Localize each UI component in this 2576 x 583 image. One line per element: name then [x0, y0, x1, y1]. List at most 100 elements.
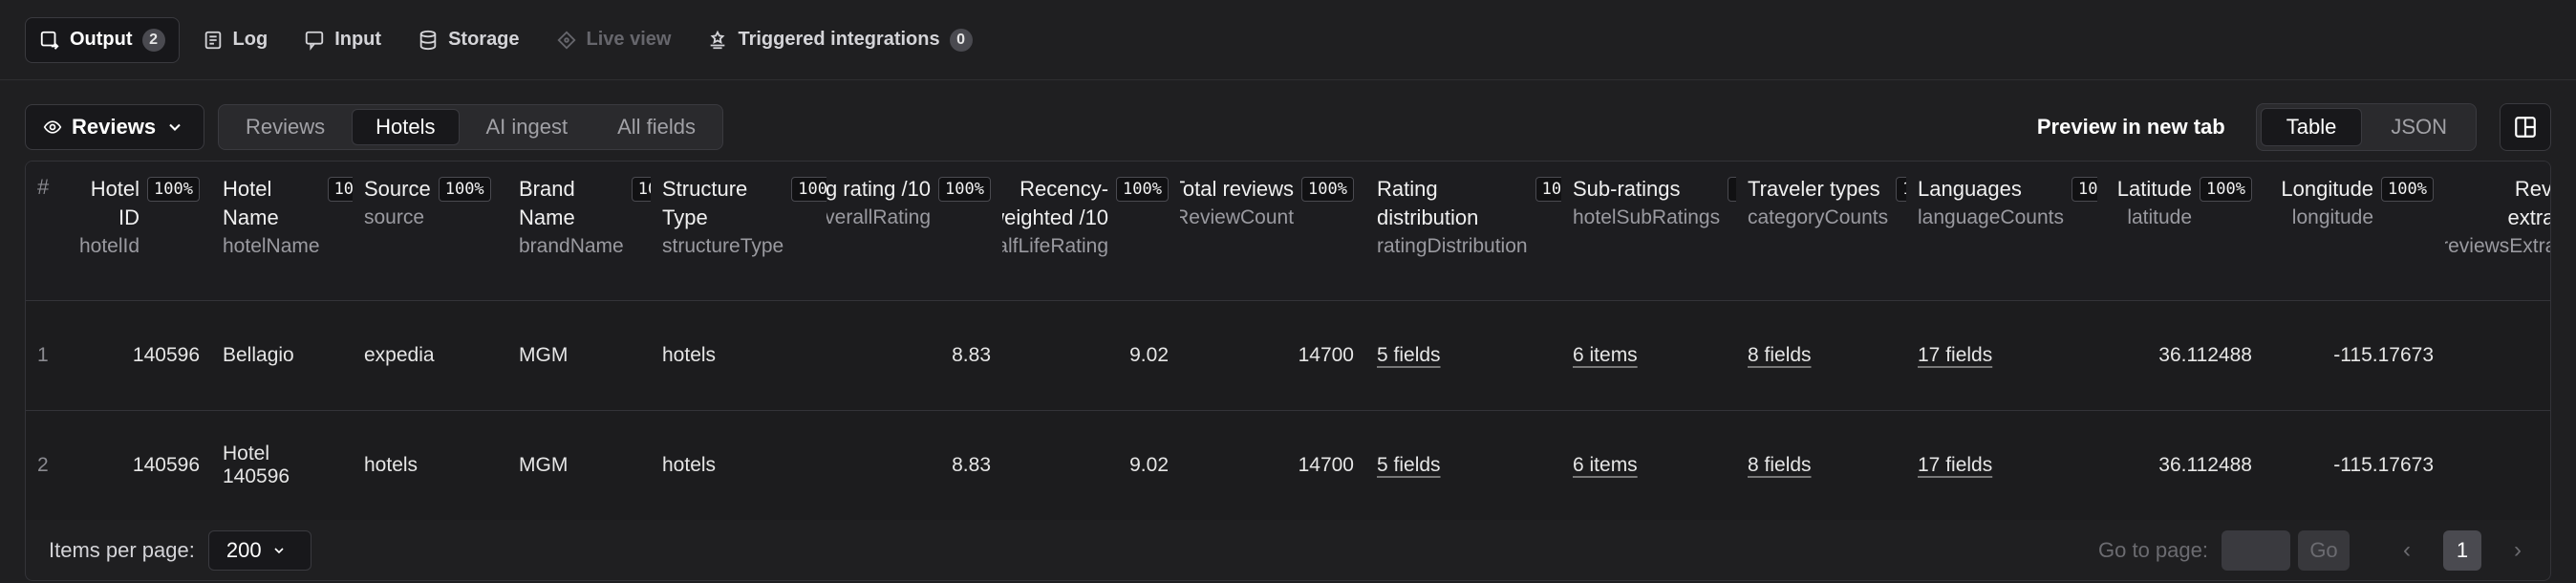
column-header-latitude[interactable]: Latitude latitude 100%	[2097, 162, 2264, 301]
column-header-avg-rating[interactable]: Avg rating /10 avgOverallRating 100%	[826, 162, 1002, 301]
go-to-page-label: Go to page:	[2098, 537, 2208, 562]
preview-in-new-tab-link[interactable]: Preview in new tab	[2037, 115, 2225, 140]
data-table: # Hotel ID hotelId 100% Hotel Name hotelNam…	[26, 162, 2551, 520]
tab-live-view-label: Live view	[586, 29, 672, 50]
cell-longitude: -115.17673	[2333, 453, 2434, 476]
column-field: hotelId	[78, 235, 140, 257]
column-label: Structure Type	[662, 177, 748, 229]
fill-rate-badge: 100%	[938, 177, 991, 202]
tab-input[interactable]: Input	[290, 17, 395, 63]
index-hash: #	[37, 175, 50, 199]
column-label: Longitude	[2281, 177, 2374, 201]
tab-input-label: Input	[334, 29, 382, 50]
cell-brand-name: MGM	[519, 453, 569, 476]
next-page-button[interactable]: ›	[2499, 530, 2537, 571]
traveler-types-link[interactable]: 8 fields	[1748, 344, 1812, 366]
view-tab-reviews[interactable]: Reviews	[223, 109, 348, 145]
column-header-recency-weighted[interactable]: Recency-weighted /10 halfLifeRating 100%	[1002, 162, 1180, 301]
output-count-badge: 2	[141, 28, 165, 52]
integrations-icon	[710, 30, 725, 49]
items-per-page-value: 200	[225, 537, 262, 562]
cell-latitude: 36.112488	[2158, 453, 2252, 476]
column-header-languages[interactable]: Languages languageCounts 100%	[1906, 162, 2097, 301]
page-1-button[interactable]: 1	[2443, 529, 2481, 571]
tab-triggered-integrations[interactable]: Triggered integrations 0	[694, 17, 985, 63]
live-view-icon	[556, 30, 576, 50]
column-field: categoryCounts	[1748, 206, 1889, 228]
chevron-right-icon: ›	[2514, 536, 2522, 563]
rating-distribution-link[interactable]: 5 fields	[1377, 454, 1441, 476]
rating-distribution-link[interactable]: 5 fields	[1377, 344, 1441, 366]
column-field: brandName	[519, 235, 624, 257]
view-tabs: Reviews Hotels AI ingest All fields	[218, 104, 724, 150]
fill-rate-badge: 100%	[147, 177, 200, 202]
column-header-index: #	[26, 162, 68, 301]
table-row: 1 140596 Bellagio expedia MGM hotels 8.8…	[26, 300, 2550, 411]
column-header-structure-type[interactable]: Structure Type structureType 100%	[651, 162, 826, 301]
format-table-button[interactable]: Table	[2260, 108, 2363, 146]
column-header-total-reviews[interactable]: Total reviews totalReviewCount 100%	[1180, 162, 1365, 301]
cell-longitude: -115.17673	[2333, 343, 2434, 366]
log-icon	[204, 31, 221, 49]
fill-rate-badge: 100%	[631, 177, 651, 202]
tab-output[interactable]: Output 2	[25, 16, 180, 63]
column-header-traveler-types[interactable]: Traveler types categoryCounts 100%	[1736, 162, 1906, 301]
format-toggle: Table JSON	[2255, 103, 2477, 151]
layout-icon	[2515, 117, 2536, 138]
cell-latitude: 36.112488	[2158, 343, 2252, 366]
column-header-hotel-name[interactable]: Hotel Name hotelName 100%	[211, 162, 353, 301]
cell-source: expedia	[364, 343, 435, 366]
column-field: structureType	[662, 235, 784, 257]
column-label: Sub-ratings	[1573, 177, 1681, 201]
column-header-rating-distribution[interactable]: Rating distribution ratingDistribution 100…	[1365, 162, 1561, 301]
cell-brand-name: MGM	[519, 343, 569, 366]
column-field: ratingDistribution	[1377, 235, 1528, 257]
column-header-hotel-id[interactable]: Hotel ID hotelId 100%	[68, 162, 211, 301]
row-number: 1	[37, 343, 49, 366]
dataset-select[interactable]: Reviews	[25, 104, 204, 150]
column-label: Latitude	[2116, 177, 2193, 201]
cell-structure-type: hotels	[662, 453, 717, 476]
sub-ratings-link[interactable]: 6 items	[1573, 344, 1638, 366]
traveler-types-link[interactable]: 8 fields	[1748, 454, 1812, 476]
layout-toggle-button[interactable]	[2500, 103, 2551, 151]
column-header-source[interactable]: Source source 100%	[353, 162, 507, 301]
chevron-left-icon: ‹	[2403, 536, 2411, 563]
fill-rate-badge: 100%	[2200, 177, 2252, 202]
column-label: Traveler types	[1748, 177, 1880, 201]
tab-live-view[interactable]: Live view	[543, 17, 685, 63]
tab-log[interactable]: Log	[189, 17, 282, 63]
view-tab-ai-ingest[interactable]: AI ingest	[463, 109, 591, 145]
fill-rate-badge: 100%	[1728, 177, 1736, 202]
input-icon	[306, 31, 324, 51]
cell-avg-rating: 8.83	[952, 343, 991, 366]
sub-ratings-link[interactable]: 6 items	[1573, 454, 1638, 476]
column-header-reviews-extracted[interactable]: Reviews extracted reviewsExtracted	[2445, 162, 2551, 301]
items-per-page-select[interactable]: 200	[207, 529, 311, 571]
cell-hotel-name: Bellagio	[223, 343, 294, 366]
go-button[interactable]: Go	[2298, 529, 2350, 571]
column-field: halfLifeRating	[1002, 235, 1109, 257]
previous-page-button[interactable]: ‹	[2388, 530, 2426, 571]
format-json-button[interactable]: JSON	[2366, 108, 2472, 146]
column-header-sub-ratings[interactable]: Sub-ratings hotelSubRatings 100%	[1561, 162, 1736, 301]
column-label: Total reviews	[1180, 177, 1295, 201]
column-label: Avg rating /10	[826, 177, 932, 201]
column-header-brand-name[interactable]: Brand Name brandName 100%	[507, 162, 651, 301]
languages-link[interactable]: 17 fields	[1918, 454, 1992, 476]
fill-rate-badge: 100%	[1301, 177, 1354, 202]
go-to-page-input[interactable]	[2222, 529, 2290, 571]
view-tab-all-fields[interactable]: All fields	[594, 109, 719, 145]
view-tab-hotels[interactable]: Hotels	[352, 109, 460, 145]
tab-storage[interactable]: Storage	[404, 17, 532, 63]
column-header-longitude[interactable]: Longitude longitude 100%	[2264, 162, 2445, 301]
column-label: Rating distribution	[1377, 177, 1479, 229]
tab-storage-label: Storage	[448, 29, 520, 50]
output-icon	[40, 31, 59, 50]
cell-total-reviews: 14700	[1298, 343, 1354, 366]
column-field: hotelName	[223, 235, 320, 257]
fill-rate-badge: 100%	[1896, 177, 1906, 202]
fill-rate-badge: 100%	[2071, 177, 2097, 202]
languages-link[interactable]: 17 fields	[1918, 344, 1992, 366]
column-label: Reviews extracted	[2507, 177, 2551, 229]
